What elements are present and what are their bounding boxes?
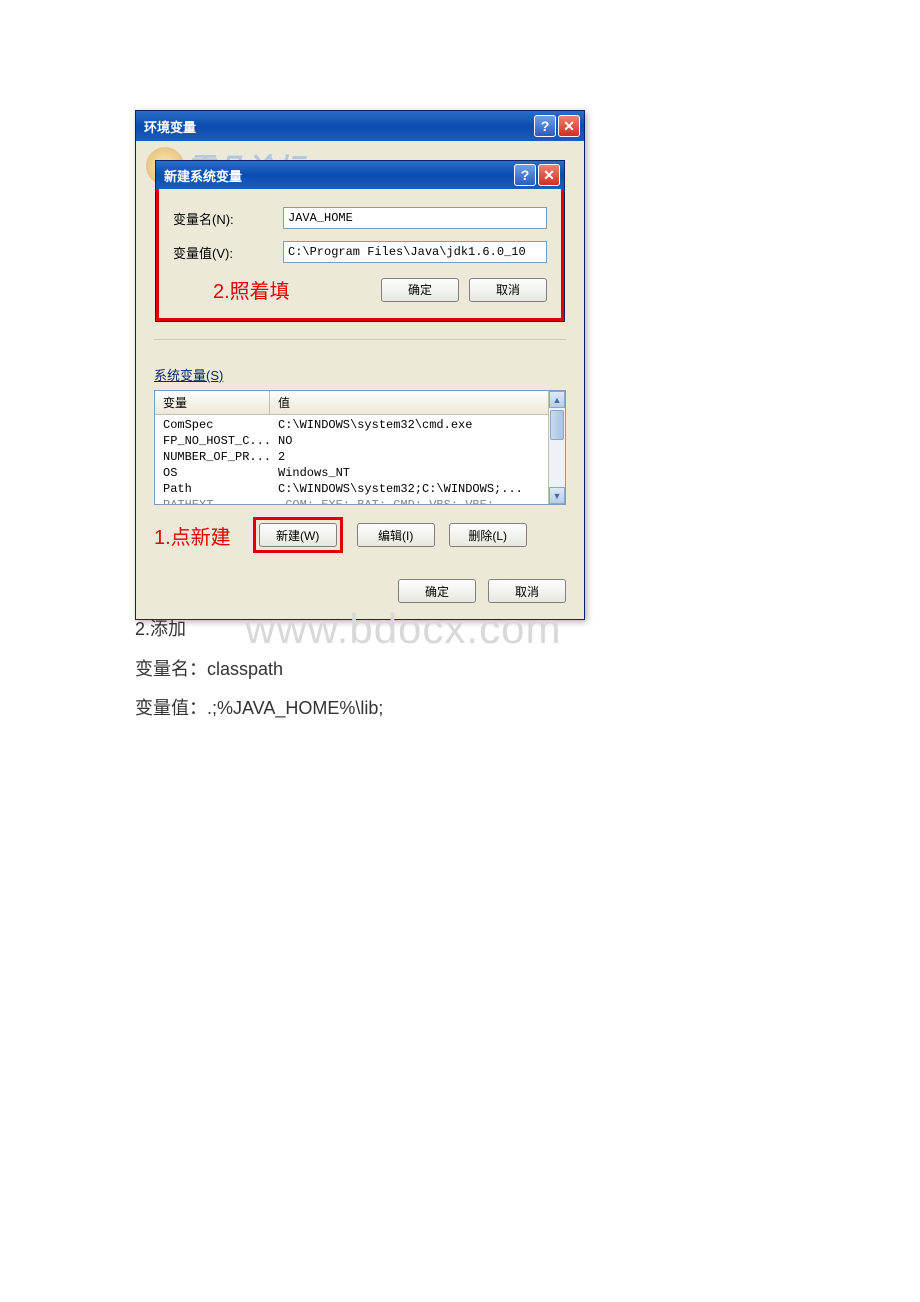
variable-name-input[interactable] (283, 207, 547, 229)
inner-ok-button[interactable]: 确定 (381, 278, 459, 302)
delete-button[interactable]: 删除(L) (449, 523, 527, 547)
scroll-down-icon[interactable]: ▼ (549, 487, 565, 504)
inner-cancel-button[interactable]: 取消 (469, 278, 547, 302)
list-body[interactable]: ComSpecC:\WINDOWS\system32\cmd.exe FP_NO… (155, 415, 565, 505)
outer-title: 环境变量 (144, 117, 532, 136)
new-system-variable-dialog: 新建系统变量 ? ✕ 变量名(N): 变量值(V): 2.照着填 确定 取消 (155, 160, 565, 322)
instruction-text: 2.添加 变量名：classpath 变量值：.;%JAVA_HOME%\lib… (135, 610, 383, 729)
table-row: PathC:\WINDOWS\system32;C:\WINDOWS;... (155, 481, 565, 497)
instruction-line: 2.添加 (135, 610, 383, 650)
table-row: PATHEXT.COM;.EXE;.BAT;.CMD;.VBS;.VBE; (155, 497, 565, 505)
col-variable[interactable]: 变量 (155, 391, 270, 414)
scroll-thumb[interactable] (550, 410, 564, 440)
table-row: NUMBER_OF_PR...2 (155, 449, 565, 465)
scrollbar[interactable]: ▲ ▼ (548, 391, 565, 504)
instruction-line: 变量名：classpath (135, 650, 383, 690)
variable-value-label: 变量值(V): (173, 243, 283, 262)
inner-title: 新建系统变量 (164, 166, 512, 185)
hidden-user-var-buttons (154, 339, 566, 355)
edit-button[interactable]: 编辑(I) (357, 523, 435, 547)
col-value[interactable]: 值 (270, 391, 565, 414)
annotation-step2: 2.照着填 (213, 275, 290, 304)
table-row: FP_NO_HOST_C...NO (155, 433, 565, 449)
variable-value-input[interactable] (283, 241, 547, 263)
outer-cancel-button[interactable]: 取消 (488, 579, 566, 603)
new-button[interactable]: 新建(W) (259, 523, 337, 547)
system-variables-list[interactable]: 变量 值 ComSpecC:\WINDOWS\system32\cmd.exe … (154, 390, 566, 505)
table-row: ComSpecC:\WINDOWS\system32\cmd.exe (155, 417, 565, 433)
close-icon[interactable]: ✕ (558, 115, 580, 137)
help-icon[interactable]: ? (514, 164, 536, 186)
scroll-up-icon[interactable]: ▲ (549, 391, 565, 408)
close-icon[interactable]: ✕ (538, 164, 560, 186)
annotation-step1: 1.点新建 (154, 521, 231, 550)
table-row: OSWindows_NT (155, 465, 565, 481)
outer-titlebar[interactable]: 环境变量 ? ✕ (136, 111, 584, 141)
list-header: 变量 值 (155, 391, 565, 415)
system-variables-label: 系统变量(S) (154, 365, 223, 384)
outer-ok-button[interactable]: 确定 (398, 579, 476, 603)
instruction-line: 变量值：.;%JAVA_HOME%\lib; (135, 689, 383, 729)
new-button-highlight: 新建(W) (253, 517, 343, 553)
inner-titlebar[interactable]: 新建系统变量 ? ✕ (156, 161, 564, 189)
variable-name-label: 变量名(N): (173, 209, 283, 228)
help-icon[interactable]: ? (534, 115, 556, 137)
